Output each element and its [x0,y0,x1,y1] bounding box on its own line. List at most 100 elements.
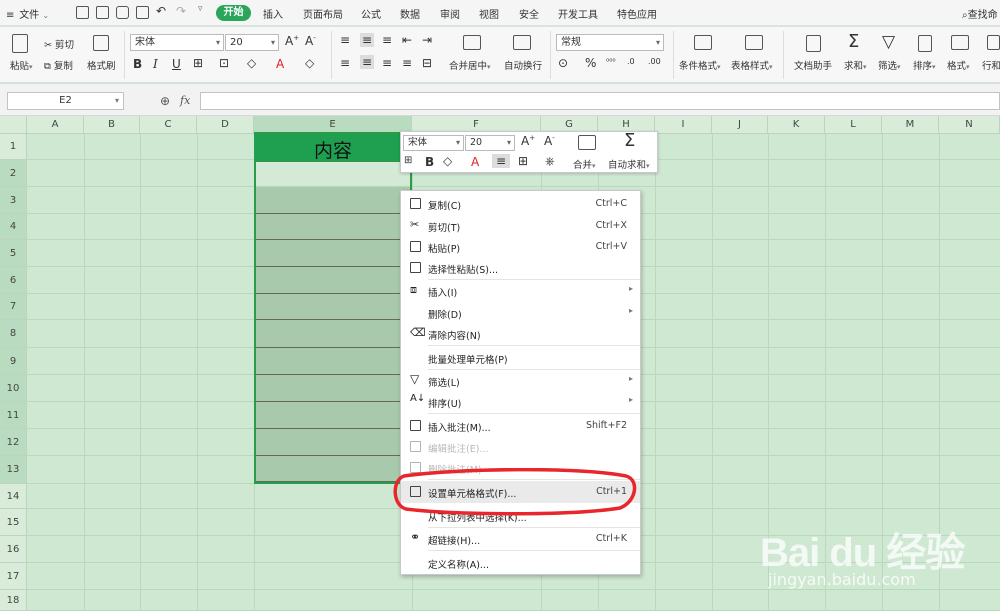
column-header-k[interactable]: K [768,116,825,134]
tab-view[interactable]: 视图 [479,6,499,21]
rows-cols-icon[interactable] [987,35,1000,50]
format-painter-button[interactable]: 格式刷 [87,58,116,72]
align-right-icon[interactable]: ≡ [382,56,392,70]
cell-e9[interactable] [256,348,410,375]
increase-font-size-icon[interactable]: A+ [521,134,535,148]
italic-icon[interactable]: I [153,57,158,71]
table-style-icon[interactable] [745,35,763,50]
row-header-8[interactable]: 8 [0,320,27,348]
column-header-n[interactable]: N [939,116,1000,134]
sigma-icon[interactable]: Σ [624,130,635,151]
merge-cells-small-icon[interactable]: ⊞ [404,155,412,166]
fx-icon[interactable]: fx [180,94,190,107]
font-name-select[interactable]: 宋体 ▾ [130,34,224,51]
sort-button[interactable]: 排序▾ [913,58,936,72]
merge-center-icon[interactable] [463,35,481,50]
menu-item-define-name[interactable]: 定义名称(A)... [401,552,640,574]
tab-formulas[interactable]: 公式 [361,6,381,21]
row-header-14[interactable]: 14 [0,484,27,509]
row-header-2[interactable]: 2 [0,160,27,187]
format-button[interactable]: 格式▾ [947,58,970,72]
menu-item-clear-contents[interactable]: ⌫ 清除内容(N) [401,323,640,345]
format-painter-icon[interactable] [93,35,109,51]
tab-insert[interactable]: 插入 [263,6,283,21]
print-preview-icon[interactable] [136,6,149,19]
fill-color-icon[interactable]: ◇ [443,154,452,168]
align-top-icon[interactable]: ≡ [340,33,350,47]
font-size-select[interactable]: 20 ▾ [225,34,279,51]
bold-icon[interactable]: B [425,155,434,169]
menu-item-filter[interactable]: ▽ 筛选(L) ▸ [401,370,640,392]
search-command[interactable]: ⌕查找命 [962,6,998,21]
row-header-13[interactable]: 13 [0,456,27,484]
clear-icon[interactable]: ◇ [305,56,314,70]
sum-button[interactable]: 求和▾ [844,58,867,72]
cell-e7[interactable] [256,294,410,320]
mini-autosum-button[interactable]: 自动求和▾ [608,157,650,171]
mini-font-name-select[interactable]: 宋体 ▾ [403,135,464,151]
cell-e4[interactable] [256,214,410,240]
column-header-a[interactable]: A [27,116,84,134]
row-header-16[interactable]: 16 [0,536,27,563]
mini-merge-button[interactable]: 合并▾ [573,157,596,171]
menu-item-delete[interactable]: 删除(D) ▸ [401,302,640,324]
template-icon[interactable] [96,6,109,19]
formula-input[interactable] [200,92,1000,110]
column-header-e[interactable]: E [254,116,412,134]
menu-item-insert-comment[interactable]: 插入批注(M)... Shift+F2 [401,415,640,437]
customize-quick-access-icon[interactable]: ▿ [198,4,203,14]
number-format-select[interactable]: 常规 ▾ [556,34,664,51]
decrease-font-size-icon[interactable]: A- [544,134,555,148]
tab-home[interactable]: 开始 [216,5,251,21]
menu-item-sort[interactable]: A↓ 排序(U) ▸ [401,391,640,413]
menu-item-copy[interactable]: 复制(C) Ctrl+C [401,193,640,215]
cell-e1[interactable]: 内容 [254,134,412,162]
paste-icon[interactable] [12,34,28,53]
fill-color-icon[interactable]: ◇ [247,56,256,70]
cell-e8[interactable] [256,320,410,348]
align-left-icon[interactable]: ≡ [340,56,350,70]
row-header-6[interactable]: 6 [0,267,27,294]
cell-e13[interactable] [256,456,410,482]
tab-page-layout[interactable]: 页面布局 [303,6,343,21]
tab-security[interactable]: 安全 [519,6,539,21]
cell-e12[interactable] [256,429,410,456]
cut-button[interactable]: ✂ 剪切 [44,37,74,51]
row-header-9[interactable]: 9 [0,348,27,375]
menu-item-hyperlink[interactable]: ⚭ 超链接(H)... Ctrl+K [401,528,640,550]
conditional-format-icon[interactable] [694,35,712,50]
copy-button[interactable]: ⧉ 复制 [44,58,73,72]
name-box[interactable]: E2 ▾ [7,92,124,110]
print-icon[interactable] [116,6,129,19]
cell-e10[interactable] [256,375,410,402]
column-header-b[interactable]: B [84,116,140,134]
indent-left-icon[interactable]: ⇤ [402,33,412,47]
row-header-11[interactable]: 11 [0,402,27,429]
column-header-i[interactable]: I [655,116,712,134]
format-painter-icon[interactable]: ⎈ [545,154,555,169]
tab-special-apps[interactable]: 特色应用 [617,6,657,21]
indent-right-icon[interactable]: ⇥ [422,33,432,47]
rows-cols-button[interactable]: 行和 [982,58,1000,72]
row-header-12[interactable]: 12 [0,429,27,456]
row-header-7[interactable]: 7 [0,294,27,320]
font-color-icon[interactable]: A [276,57,284,71]
merge-icon[interactable] [578,135,596,150]
zoom-icon[interactable]: ⊕ [160,94,170,108]
conditional-format-button[interactable]: 条件格式▾ [679,58,721,72]
wrap-text-button[interactable]: 自动换行 [504,58,542,72]
row-header-10[interactable]: 10 [0,375,27,402]
align-bottom-icon[interactable]: ≡ [382,33,392,47]
increase-decimal-icon[interactable]: .0 [627,57,635,66]
cell-style-icon[interactable]: ⊡ [219,56,229,70]
cell-e6[interactable] [256,267,410,294]
decrease-font-size-icon[interactable]: A- [305,34,316,48]
column-header-c[interactable]: C [140,116,197,134]
table-style-button[interactable]: 表格样式▾ [731,58,773,72]
font-color-icon[interactable]: A [471,155,479,169]
filter-button[interactable]: 筛选▾ [878,58,901,72]
tab-review[interactable]: 审阅 [440,6,460,21]
save-icon[interactable] [76,6,89,19]
currency-icon[interactable]: ⊙ [558,56,568,70]
row-header-5[interactable]: 5 [0,240,27,267]
